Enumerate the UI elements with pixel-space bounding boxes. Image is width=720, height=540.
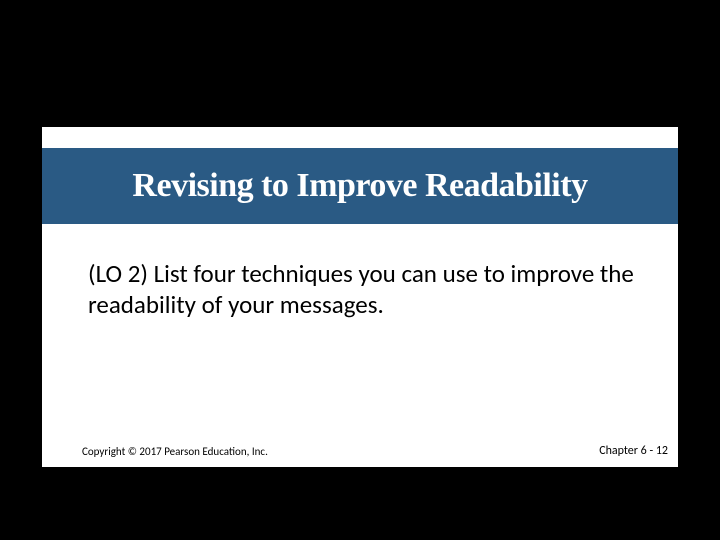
title-bar: Revising to Improve Readability: [42, 148, 678, 224]
slide-title: Revising to Improve Readability: [132, 167, 587, 205]
slide-body-text: (LO 2) List four techniques you can use …: [88, 258, 648, 321]
copyright-text: Copyright © 2017 Pearson Education, Inc.: [82, 445, 268, 458]
chapter-page-number: Chapter 6 - 12: [599, 444, 668, 458]
